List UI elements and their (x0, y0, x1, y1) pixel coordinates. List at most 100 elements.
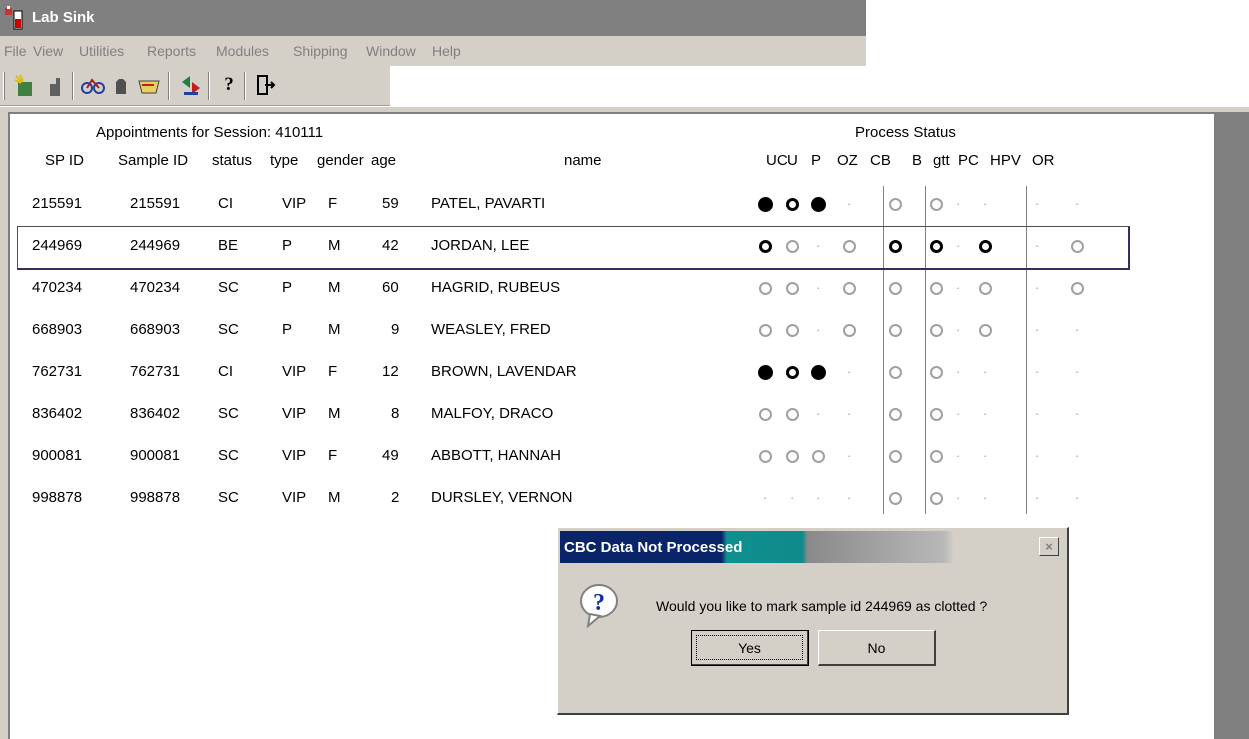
cell-spid: 836402 (32, 405, 83, 422)
cell-type: VIP (282, 195, 307, 212)
status-empty-dot: · (1035, 490, 1040, 505)
cell-gender: M (328, 489, 341, 506)
status-thin-icon (758, 281, 772, 295)
status-bold-icon (888, 239, 902, 253)
col-name[interactable]: name (564, 152, 602, 169)
col-process-cb[interactable]: CB (870, 152, 891, 169)
col-process-gtt[interactable]: gtt (933, 152, 950, 169)
col-process-pc[interactable]: PC (958, 152, 979, 169)
menu-view[interactable]: View (33, 43, 63, 59)
menu-window[interactable]: Window (366, 43, 416, 59)
cell-spid: 244969 (32, 237, 83, 254)
cell-gender: F (328, 447, 338, 464)
status-thin-icon (929, 281, 943, 295)
status-thin-icon (1070, 281, 1084, 295)
status-thin-icon (842, 323, 856, 337)
bike-icon[interactable] (80, 72, 106, 98)
status-thin-icon (1070, 239, 1084, 253)
status-filled-icon (757, 196, 773, 212)
cell-name: BROWN, LAVENDAR (431, 363, 577, 380)
status-thin-icon (929, 323, 943, 337)
status-empty-dot: · (956, 364, 961, 379)
col-process-b[interactable]: B (912, 152, 922, 169)
dialog-title-bar[interactable]: CBC Data Not Processed × (560, 531, 1065, 563)
ticket-icon[interactable] (136, 72, 162, 98)
status-empty-dot: · (1075, 196, 1080, 211)
title-bar[interactable]: Lab Sink (0, 0, 866, 36)
cell-type: P (282, 279, 293, 296)
status-empty-dot: · (983, 406, 988, 421)
toolbar: ? (0, 66, 390, 106)
cell-sample: 900081 (130, 447, 181, 464)
cell-gender: F (328, 195, 338, 212)
toolbar-separator (244, 72, 246, 100)
status-bold-icon (785, 197, 799, 211)
cell-age: 49 (382, 447, 399, 464)
cell-status: SC (218, 405, 239, 422)
status-empty-dot: · (1075, 406, 1080, 421)
status-bold-icon (978, 239, 992, 253)
col-process-p[interactable]: P (811, 152, 821, 169)
stop-icon[interactable] (108, 72, 134, 98)
col-type[interactable]: type (270, 152, 298, 169)
cell-gender: M (328, 321, 341, 338)
col-process-u[interactable]: U (787, 152, 798, 169)
col-process-uc[interactable]: UC (766, 152, 788, 169)
status-empty-dot: · (983, 364, 988, 379)
toolbar-separator (208, 72, 210, 100)
col-spid[interactable]: SP ID (45, 152, 84, 169)
menu-bar: File View Utilities Reports Modules Ship… (0, 36, 866, 66)
status-empty-dot: · (1075, 364, 1080, 379)
menu-modules[interactable]: Modules (216, 43, 269, 59)
cell-sample: 215591 (130, 195, 181, 212)
menu-utilities[interactable]: Utilities (79, 43, 124, 59)
cell-sample: 998878 (130, 489, 181, 506)
no-label: No (867, 640, 886, 656)
cell-gender: M (328, 405, 341, 422)
col-age[interactable]: age (371, 152, 396, 169)
no-button[interactable]: No (818, 630, 936, 666)
arrows-icon[interactable] (178, 72, 204, 98)
col-process-hpv[interactable]: HPV (990, 152, 1021, 169)
cell-name: MALFOY, DRACO (431, 405, 554, 422)
status-empty-dot: · (847, 490, 852, 505)
menu-reports[interactable]: Reports (147, 43, 196, 59)
help-icon[interactable]: ? (216, 72, 242, 98)
exit-icon[interactable] (252, 72, 278, 98)
col-process-or[interactable]: OR (1032, 152, 1055, 169)
menu-file[interactable]: File (4, 43, 27, 59)
status-bold-icon (785, 365, 799, 379)
cell-status: SC (218, 321, 239, 338)
status-empty-dot: · (816, 238, 821, 253)
status-thin-icon (811, 449, 825, 463)
cell-status: CI (218, 195, 233, 212)
cell-name: PATEL, PAVARTI (431, 195, 546, 212)
col-process-oz[interactable]: OZ (837, 152, 858, 169)
status-empty-dot: · (1035, 238, 1040, 253)
open-icon[interactable] (42, 72, 68, 98)
status-empty-dot: · (956, 448, 961, 463)
col-sample-id[interactable]: Sample ID (118, 152, 188, 169)
menu-shipping[interactable]: Shipping (293, 43, 348, 59)
status-empty-dot: · (816, 322, 821, 337)
cell-age: 8 (391, 405, 400, 422)
status-bold-icon (929, 239, 943, 253)
col-gender[interactable]: gender (317, 152, 364, 169)
status-thin-icon (842, 281, 856, 295)
status-filled-icon (757, 364, 773, 380)
col-status[interactable]: status (212, 152, 252, 169)
close-icon[interactable]: × (1039, 537, 1059, 556)
yes-button[interactable]: Yes (691, 630, 809, 666)
menu-help[interactable]: Help (432, 43, 461, 59)
new-icon[interactable] (12, 72, 38, 98)
cell-sample: 762731 (130, 363, 181, 380)
status-thin-icon (758, 407, 772, 421)
yes-label: Yes (738, 640, 761, 656)
cell-age: 12 (382, 363, 399, 380)
status-empty-dot: · (983, 448, 988, 463)
cell-sample: 668903 (130, 321, 181, 338)
window-title: Lab Sink (32, 9, 95, 26)
cell-status: BE (218, 237, 239, 254)
status-empty-dot: · (983, 490, 988, 505)
cell-spid: 762731 (32, 363, 83, 380)
